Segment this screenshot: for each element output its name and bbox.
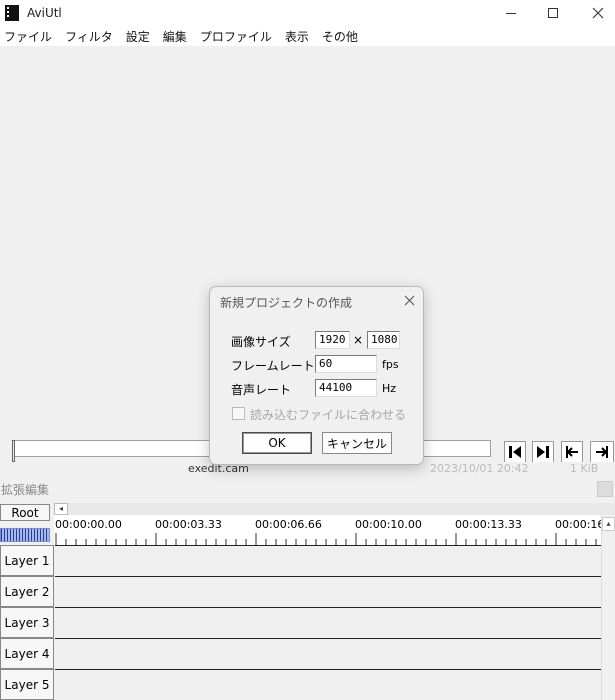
menu-filter[interactable]: フィルタ [65, 28, 113, 45]
go-end-icon [596, 446, 608, 458]
menu-view[interactable]: 表示 [285, 28, 309, 45]
root-button[interactable]: Root [0, 504, 50, 521]
image-size-label: 画像サイズ [231, 335, 291, 349]
minimize-button[interactable] [488, 0, 534, 26]
menu-settings[interactable]: 設定 [126, 28, 150, 45]
ruler-label: 00:00:13.33 [455, 518, 522, 531]
layer-row: Layer 1 [0, 545, 601, 576]
window-title: AviUtl [27, 6, 62, 20]
layer-button[interactable]: Layer 1 [0, 545, 54, 576]
audio-rate-label: 音声レート [231, 383, 292, 397]
layer-button[interactable]: Layer 4 [0, 638, 54, 669]
dialog-close-button[interactable] [400, 291, 418, 309]
ruler-label: 00:00:06.66 [255, 518, 322, 531]
ruler-label: 00:00:00.00 [55, 518, 122, 531]
layer-track[interactable] [55, 638, 601, 669]
layer-track[interactable] [55, 669, 601, 700]
scroll-up-icon[interactable]: ▴ [602, 517, 615, 531]
timeline-ruler[interactable]: 00:00:00.00 00:00:03.33 00:00:06.66 00:0… [54, 515, 605, 545]
menu-profile[interactable]: プロファイル [200, 28, 272, 45]
layer-button[interactable]: Layer 3 [0, 607, 54, 638]
audio-rate-input[interactable]: 44100 [315, 379, 377, 397]
fps-unit: fps [382, 358, 399, 371]
go-end-button[interactable] [590, 441, 614, 463]
menu-other[interactable]: その他 [322, 28, 358, 45]
step-forward-button[interactable] [532, 441, 554, 463]
scroll-left-icon[interactable]: ◂ [54, 503, 68, 515]
match-file-label: 読み込むファイルに合わせる [250, 408, 407, 422]
ruler-label: 00:00:10.00 [355, 518, 422, 531]
layer-row: Layer 4 [0, 638, 601, 669]
film-strip-icon [5, 5, 19, 21]
menu-edit[interactable]: 編集 [163, 28, 187, 45]
horizontal-scrollbar[interactable] [54, 503, 615, 515]
frame-rate-label: フレームレート [231, 359, 315, 373]
hz-unit: Hz [382, 382, 397, 395]
extended-edit-header: 拡張編集 [0, 478, 615, 500]
close-button[interactable] [575, 0, 615, 26]
close-icon [592, 7, 604, 19]
vertical-scrollbar[interactable]: ▴ [601, 515, 615, 700]
go-start-icon [566, 446, 578, 458]
times-sign: × [353, 333, 364, 347]
minimize-icon [506, 12, 516, 14]
close-icon [404, 295, 414, 305]
width-input[interactable]: 1920 [315, 331, 350, 349]
height-input[interactable]: 1080 [367, 331, 400, 349]
layer-row: Layer 5 [0, 669, 601, 700]
step-back-icon [509, 446, 521, 458]
seek-thumb[interactable] [12, 440, 15, 462]
background-file-date: 2023/10/01 20:42 [430, 462, 529, 475]
new-project-dialog: 新規プロジェクトの作成 画像サイズ 1920 × 1080 フレームレート 60… [209, 286, 424, 465]
step-forward-icon [537, 446, 549, 458]
maximize-icon [548, 8, 558, 18]
background-file-size: 1 KiB [570, 462, 599, 475]
layer-row: Layer 2 [0, 576, 601, 607]
layer-track[interactable] [55, 576, 601, 607]
audio-level-meter [0, 528, 50, 542]
dialog-title: 新規プロジェクトの作成 [220, 296, 353, 310]
frame-rate-input[interactable]: 60 [315, 355, 377, 373]
maximize-button[interactable] [530, 0, 576, 26]
menu-bar: ファイル フィルタ 設定 編集 プロファイル 表示 その他 [0, 26, 615, 46]
layer-track[interactable] [55, 545, 601, 576]
match-file-checkbox[interactable] [232, 407, 245, 420]
ruler-ticks [55, 533, 597, 545]
layer-row: Layer 3 [0, 607, 601, 638]
step-back-button[interactable] [504, 441, 526, 463]
go-start-button[interactable] [561, 441, 583, 463]
title-bar: AviUtl [0, 0, 615, 26]
ok-button[interactable]: OK [242, 432, 312, 454]
extended-edit-close-button[interactable] [597, 481, 613, 497]
ruler-label: 00:00:16 [555, 518, 605, 531]
cancel-button[interactable]: キャンセル [322, 432, 392, 454]
layer-button[interactable]: Layer 2 [0, 576, 54, 607]
layer-button[interactable]: Layer 5 [0, 669, 54, 700]
extended-edit-title: 拡張編集 [1, 482, 50, 497]
ruler-label: 00:00:03.33 [155, 518, 222, 531]
layer-track[interactable] [55, 607, 601, 638]
menu-file[interactable]: ファイル [4, 28, 52, 45]
